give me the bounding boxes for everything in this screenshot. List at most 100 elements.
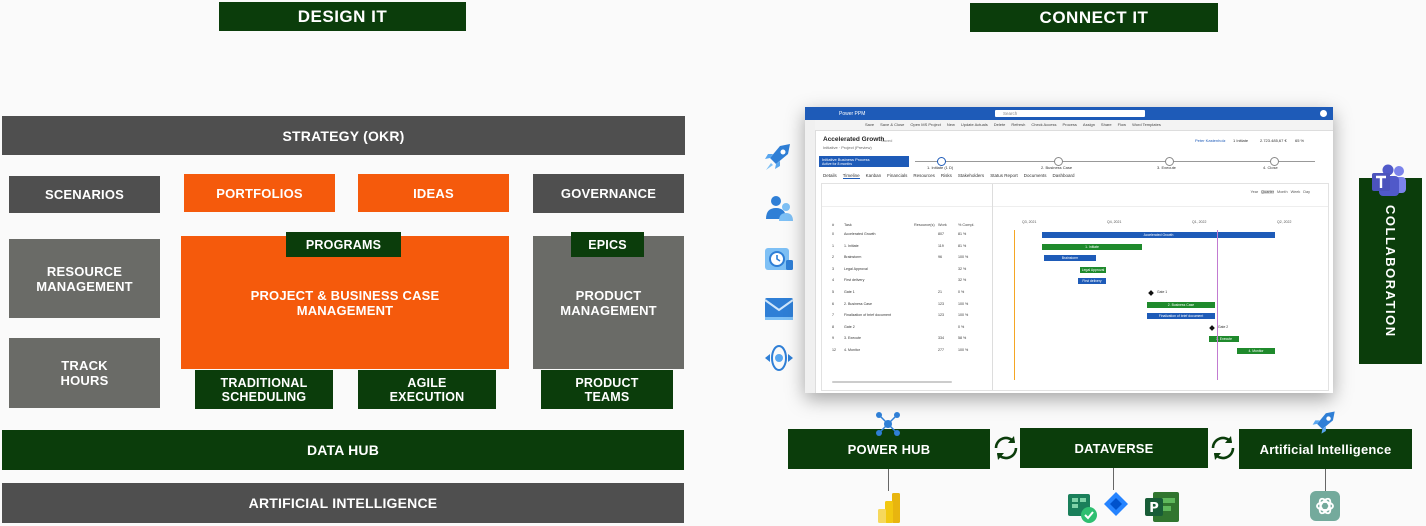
milestone-diamond[interactable] <box>1148 290 1154 296</box>
gantt-bar[interactable]: Legal Approval <box>1080 266 1106 273</box>
gantt-bar[interactable]: 1. Initiate <box>1042 243 1142 250</box>
share-command[interactable]: Share <box>1101 122 1112 127</box>
owner-name[interactable]: Peter Kastenholz <box>1195 138 1225 143</box>
tab-details[interactable]: Details <box>823 173 837 179</box>
task-name: Gate 2 <box>844 324 855 329</box>
planner-icon <box>1068 494 1097 523</box>
task-number: 8 <box>832 324 834 329</box>
network-hub-icon <box>876 412 900 436</box>
tab-kanban[interactable]: Kanban <box>866 173 882 179</box>
zoom-month[interactable]: Month <box>1277 190 1288 194</box>
task-work: 96 <box>938 255 942 260</box>
milestone-diamond[interactable] <box>1209 324 1215 331</box>
grid-col-pct: % Compl. <box>958 223 975 227</box>
gantt-bar[interactable]: 2. Business Case <box>1147 301 1215 308</box>
sync-arrows-icon-2 <box>1211 436 1235 460</box>
banner-subtitle: Active for 8 months <box>822 162 852 166</box>
agile-execution-block: AGILE EXECUTION <box>358 370 496 409</box>
task-name: Legal Approval <box>844 266 868 271</box>
people-icon <box>766 196 793 221</box>
scenarios-block: SCENARIOS <box>9 176 160 213</box>
business-process-banner[interactable]: Initiative Business Process Active for 8… <box>819 156 909 167</box>
word-templates-command[interactable]: Word Templates <box>1132 122 1161 127</box>
flow-command[interactable]: Flow <box>1118 122 1126 127</box>
task-work: 123 <box>938 301 944 306</box>
tab-resources[interactable]: Resources <box>913 173 935 179</box>
gantt-bar[interactable]: Accelerated Growth <box>1042 232 1275 238</box>
table-row[interactable]: 3 Legal Approval 32 % <box>832 267 978 271</box>
task-resources <box>914 302 938 306</box>
task-work: 334 <box>938 336 944 341</box>
task-work <box>938 325 958 329</box>
zoom-quarter[interactable]: Quarter <box>1261 190 1275 194</box>
table-row[interactable]: 2 Brainstorm 96 100 % <box>832 255 978 259</box>
check-access-command[interactable]: Check Access <box>1031 122 1056 127</box>
task-work <box>938 267 958 271</box>
table-row[interactable]: 5 Gate 1 21 0 % <box>832 290 978 294</box>
app-name: Power PPM <box>839 111 866 117</box>
refresh-command[interactable]: Refresh <box>1011 122 1025 127</box>
quarter-q1-2022: Q1, 2022 <box>1192 220 1207 224</box>
amount-value: 2.723.485,67 € <box>1260 138 1287 143</box>
grid-col-task: Task <box>844 223 852 227</box>
search-input[interactable]: Search <box>995 110 1145 117</box>
gantt-bar[interactable]: 4. Monitor <box>1237 348 1275 354</box>
table-row[interactable]: 1 1. Initiate 119 81 % <box>832 244 978 248</box>
stage-track <box>915 161 1315 162</box>
teams-icon <box>1372 164 1406 196</box>
stage-label-3: 3. Execute <box>1157 165 1176 170</box>
tab-timeline[interactable]: Timeline <box>842 173 860 179</box>
tab-stakeholders[interactable]: Stakeholders <box>958 173 984 179</box>
tab-risks[interactable]: Risks <box>941 173 952 179</box>
table-row[interactable]: 4 First delivery 32 % <box>832 278 978 282</box>
gantt-bar[interactable]: 3. Execute <box>1209 336 1239 343</box>
zoom-day[interactable]: Day <box>1303 190 1310 194</box>
timeline-panel: Year Quarter Month Week Day # Task Resou… <box>821 183 1329 391</box>
ai-rocket-icon <box>1312 411 1335 434</box>
zoom-week[interactable]: Week <box>1291 190 1301 194</box>
table-row[interactable]: 9 3. Execute 334 58 % <box>832 336 978 340</box>
product-teams-block: PRODUCT TEAMS <box>541 370 673 409</box>
zoom-year[interactable]: Year <box>1250 190 1258 194</box>
table-row[interactable]: 6 2. Business Case 123 100 % <box>832 302 978 306</box>
table-row[interactable]: 7 Finalization of brief document 123 100 % <box>832 313 978 317</box>
task-number: 0 <box>832 232 834 236</box>
gantt-bar[interactable]: Brainstorm <box>1044 255 1096 262</box>
table-row[interactable]: 8 Gate 2 0 % <box>832 325 978 329</box>
process-command[interactable]: Process <box>1062 122 1076 127</box>
today-marker-line <box>1014 230 1015 380</box>
tab-financials[interactable]: Financials <box>887 173 907 179</box>
grid-splitter[interactable] <box>992 184 993 390</box>
chatgpt-icon <box>1310 491 1340 521</box>
task-work: 807 <box>938 232 944 236</box>
table-row[interactable]: 0 Accelerated Growth 807 81 % <box>832 232 978 236</box>
ideas-block: IDEAS <box>358 174 509 212</box>
task-resources <box>914 267 938 271</box>
assign-command[interactable]: Assign <box>1083 122 1095 127</box>
tab-documents[interactable]: Documents <box>1024 173 1047 179</box>
tab-status-report[interactable]: Status Report <box>990 173 1018 179</box>
horizontal-scrollbar[interactable] <box>832 381 952 383</box>
new-command[interactable]: New <box>947 122 955 127</box>
globe-sync-icon <box>765 345 793 371</box>
open-ms-project-command[interactable]: Open MS Project <box>910 122 940 127</box>
gantt-bar[interactable]: Finalization of brief document <box>1147 313 1215 320</box>
save-command[interactable]: Save <box>865 122 874 127</box>
dataverse-block: DATAVERSE <box>1020 428 1208 468</box>
update-actuals-command[interactable]: Update Actuals <box>961 122 988 127</box>
task-resources <box>914 348 938 352</box>
save-close-command[interactable]: Save & Close <box>880 122 904 127</box>
power-bi-icon <box>878 493 900 523</box>
gantt-bar[interactable]: First delivery <box>1078 278 1106 285</box>
task-percent: 81 % <box>958 243 967 248</box>
table-row[interactable]: 12 4. Monitor 277 100 % <box>832 348 978 352</box>
project-icon: P <box>1145 492 1179 522</box>
task-name: 3. Execute <box>844 336 861 341</box>
task-percent: 81 % <box>958 232 967 236</box>
track-hours-block: TRACK HOURS <box>9 338 160 408</box>
task-name: First delivery <box>844 278 865 283</box>
avatar[interactable] <box>1320 110 1327 117</box>
tab-dashboard[interactable]: Dashboard <box>1052 173 1074 179</box>
connector-dataverse <box>1113 468 1114 490</box>
delete-command[interactable]: Delete <box>994 122 1006 127</box>
